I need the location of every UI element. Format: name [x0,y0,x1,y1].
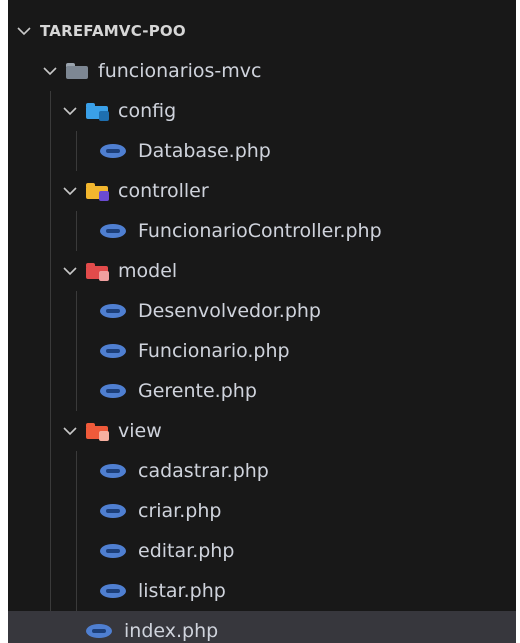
php-file-icon [100,224,126,238]
php-file-icon [100,304,126,318]
file-label: Gerente.php [138,380,257,402]
file-label: editar.php [138,540,235,562]
file-editar-php[interactable]: editar.php [8,531,516,571]
folder-controller[interactable]: controller [8,171,516,211]
file-database-php[interactable]: Database.php [8,131,516,171]
php-file-icon [100,384,126,398]
model-folder-icon [86,263,109,281]
file-label: cadastrar.php [138,460,269,482]
php-file-icon [100,584,126,598]
file-label: Desenvolvedor.php [138,300,321,322]
file-index-php[interactable]: index.php [8,611,516,643]
file-label: index.php [124,620,219,642]
folder-label: config [118,100,177,122]
view-folder-icon [86,423,109,441]
folder-funcionarios-mvc[interactable]: funcionarios-mvc [8,51,516,91]
file-label: Funcionario.php [138,340,290,362]
file-funcionario-php[interactable]: Funcionario.php [8,331,516,371]
file-label: listar.php [138,580,226,602]
folder-label: view [118,420,162,442]
file-label: criar.php [138,500,222,522]
chevron-down-icon [16,23,32,39]
file-cadastrar-php[interactable]: cadastrar.php [8,451,516,491]
file-explorer-panel: TAREFAMVC-POO funcionarios-mvc config Da… [8,0,516,643]
chevron-down-icon [62,263,78,279]
folder-icon [66,63,88,79]
folder-label: funcionarios-mvc [98,60,262,82]
folder-label: model [118,260,178,282]
controller-folder-icon [86,183,109,201]
explorer-root-folder[interactable]: TAREFAMVC-POO [8,11,516,51]
chevron-down-icon [62,103,78,119]
file-label: FuncionarioController.php [138,220,382,242]
file-gerente-php[interactable]: Gerente.php [8,371,516,411]
php-file-icon [100,344,126,358]
chevron-down-icon [62,423,78,439]
php-file-icon [100,504,126,518]
php-file-icon [100,464,126,478]
config-folder-icon [86,103,109,121]
folder-label: controller [118,180,209,202]
file-funcionariocontroller-php[interactable]: FuncionarioController.php [8,211,516,251]
chevron-down-icon [62,183,78,199]
folder-view[interactable]: view [8,411,516,451]
file-desenvolvedor-php[interactable]: Desenvolvedor.php [8,291,516,331]
folder-config[interactable]: config [8,91,516,131]
file-listar-php[interactable]: listar.php [8,571,516,611]
php-file-icon [86,624,112,638]
file-criar-php[interactable]: criar.php [8,491,516,531]
php-file-icon [100,544,126,558]
php-file-icon [100,144,126,158]
folder-model[interactable]: model [8,251,516,291]
root-folder-label: TAREFAMVC-POO [40,22,186,40]
chevron-down-icon [42,63,58,79]
file-label: Database.php [138,140,271,162]
